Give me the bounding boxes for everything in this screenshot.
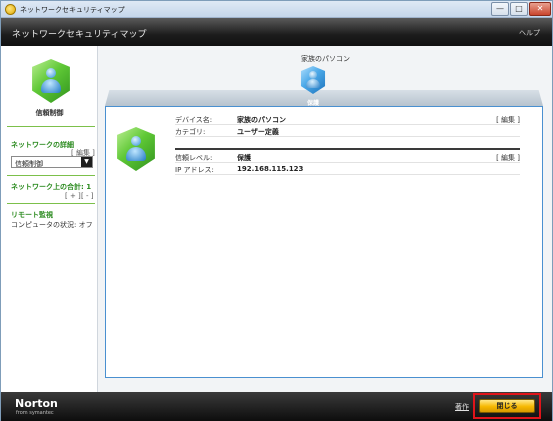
help-link[interactable]: ヘルプ — [519, 28, 540, 38]
field-label: デバイス名: — [175, 116, 213, 124]
sidebar-divider — [7, 175, 95, 176]
person-head — [131, 136, 141, 146]
table-row: デバイス名: 家族のパソコン [ 編集 ] — [175, 113, 520, 125]
trust-info-group: 信頼レベル: 保護 [ 編集 ] IP アドレス: 192.168.115.12… — [175, 151, 520, 175]
person-head — [309, 71, 317, 79]
device-detail-panel: デバイス名: 家族のパソコン [ 編集 ] カテゴリ: ユーザー定義 信頼レベル… — [105, 106, 543, 378]
expand-link[interactable]: [ + ] — [65, 192, 81, 200]
table-row: 信頼レベル: 保護 [ 編集 ] — [175, 151, 520, 163]
sidebar: 信頼制御 ネットワークの詳細 [ 編集 ] 信頼制御 ▼ ネットワーク上の合計:… — [1, 46, 98, 392]
selected-device-icon[interactable] — [300, 66, 326, 94]
sidebar-divider — [7, 126, 95, 127]
computer-status-text: コンピュータの状況: オフ — [11, 221, 93, 229]
edit-device-name-link[interactable]: [ 編集 ] — [496, 115, 520, 125]
norton-logo: Norton — [15, 397, 58, 410]
person-head — [46, 68, 56, 78]
trust-level-dropdown[interactable]: 信頼制御 ▼ — [11, 156, 93, 168]
person-body — [126, 147, 146, 161]
copyright-link[interactable]: 著作 — [455, 402, 469, 412]
network-map: 家族のパソコン 保護 デバイス名: 家族のパソコン [ 編集 ] カテゴリ: ユ… — [99, 46, 552, 392]
person-body — [306, 79, 320, 88]
table-row: カテゴリ: ユーザー定義 — [175, 125, 520, 137]
field-label: 信頼レベル: — [175, 154, 213, 162]
dropdown-value: 信頼制御 — [15, 160, 43, 168]
maximize-button[interactable]: □ — [510, 2, 528, 16]
field-value: 家族のパソコン — [237, 116, 286, 124]
norton-logo-sub: from symantec — [16, 410, 54, 416]
network-name-label: 家族のパソコン — [301, 55, 350, 63]
body-area: 信頼制御 ネットワークの詳細 [ 編集 ] 信頼制御 ▼ ネットワーク上の合計:… — [1, 46, 552, 392]
field-value: 192.168.115.123 — [237, 165, 304, 173]
field-label: IP アドレス: — [175, 166, 214, 174]
edit-trust-level-link[interactable]: [ 編集 ] — [496, 153, 520, 163]
window-close-button[interactable]: ✕ — [529, 2, 551, 16]
field-value: ユーザー定義 — [237, 128, 279, 136]
os-title-bar: ネットワークセキュリティマップ — □ ✕ — [1, 1, 552, 18]
network-details-heading: ネットワークの詳細 — [11, 141, 74, 149]
close-button[interactable]: 閉じる — [479, 399, 535, 413]
field-value: 保護 — [237, 154, 251, 162]
app-header: ネットワークセキュリティマップ ヘルプ — [1, 18, 552, 46]
app-window: ネットワークセキュリティマップ — □ ✕ ネットワークセキュリティマップ ヘル… — [0, 0, 553, 421]
section-rule — [175, 148, 520, 150]
remote-monitoring-heading: リモート監視 — [11, 211, 53, 219]
device-info-group: デバイス名: 家族のパソコン [ 編集 ] カテゴリ: ユーザー定義 — [175, 113, 520, 137]
device-shield-icon — [32, 59, 70, 103]
footer: Norton from symantec 著作 閉じる — [1, 392, 552, 421]
chevron-down-icon[interactable]: ▼ — [81, 157, 92, 167]
device-shield-icon — [117, 127, 155, 171]
person-body — [41, 79, 61, 93]
sidebar-divider — [7, 203, 95, 204]
field-label: カテゴリ: — [175, 128, 206, 136]
os-window-title: ネットワークセキュリティマップ — [20, 6, 125, 14]
minimize-button[interactable]: — — [491, 2, 509, 16]
page-title: ネットワークセキュリティマップ — [12, 30, 147, 40]
device-caption: 信頼制御 — [35, 109, 64, 117]
table-row: IP アドレス: 192.168.115.123 — [175, 163, 520, 175]
devices-on-network-label: ネットワーク上の合計: 1 — [11, 183, 92, 191]
collapse-link[interactable]: [ - ] — [81, 192, 93, 200]
norton-app-icon — [5, 4, 16, 15]
